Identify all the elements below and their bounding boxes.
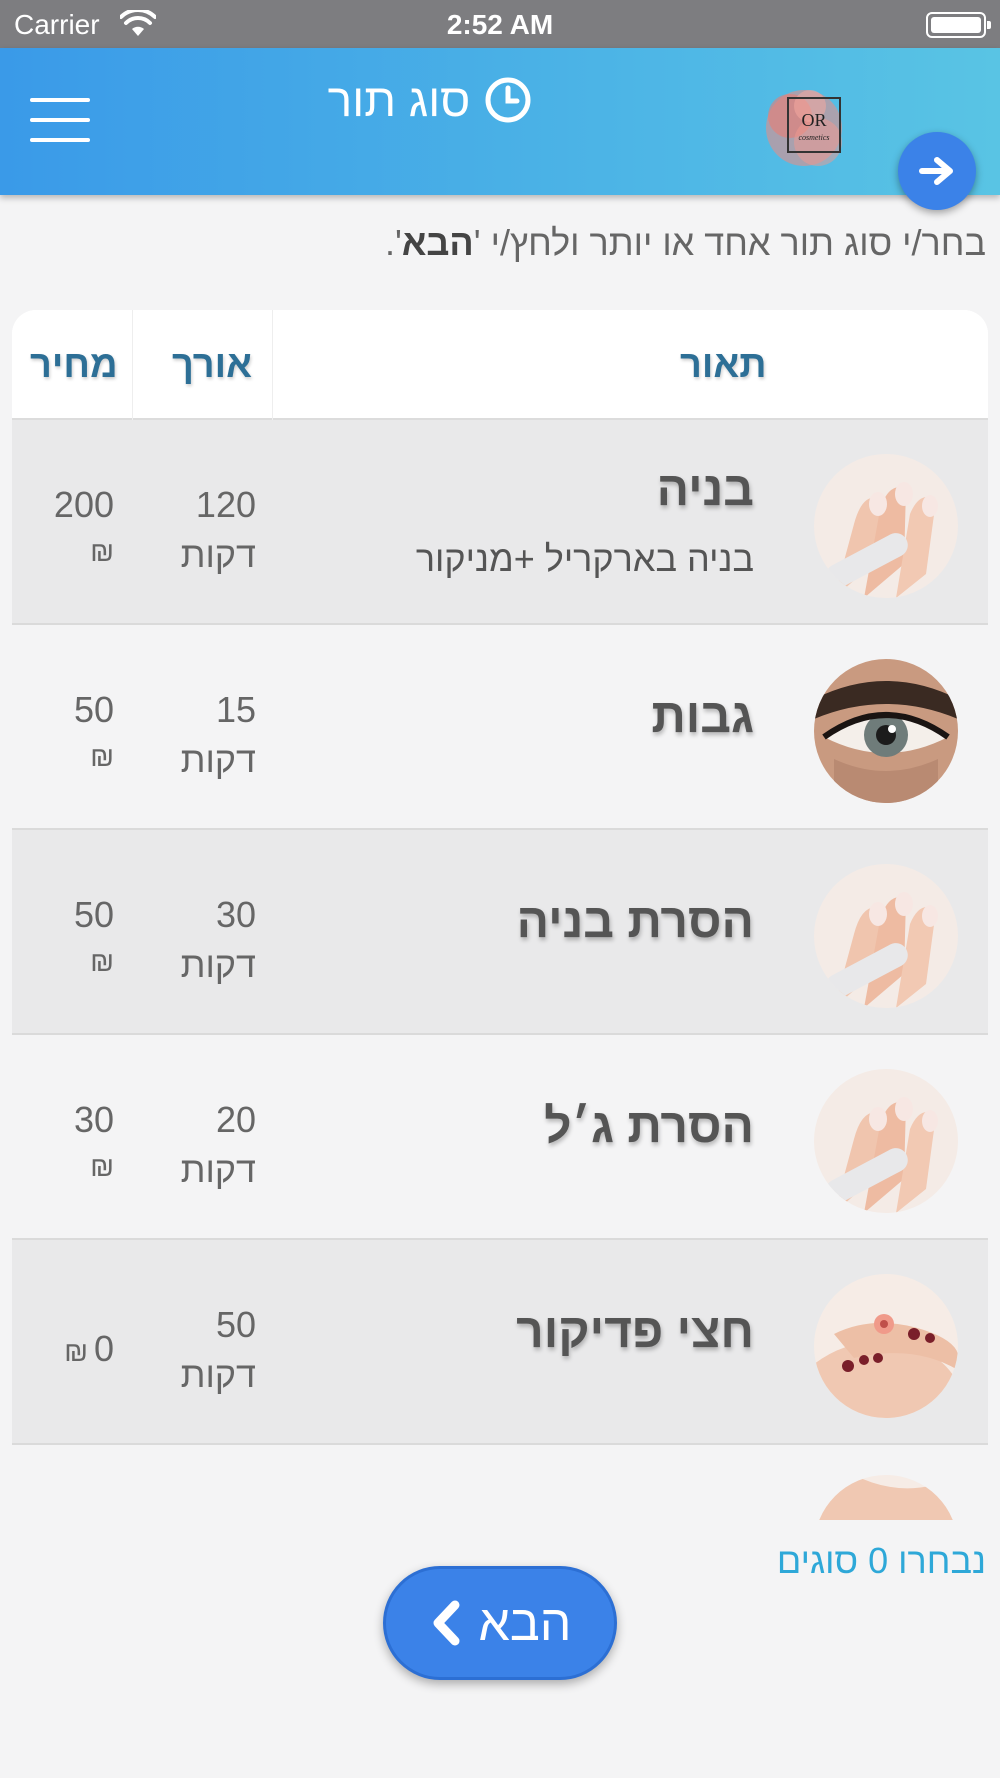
table-row[interactable]	[12, 1445, 988, 1520]
service-name: בניה	[656, 463, 754, 516]
shekel-icon: ₪	[90, 741, 114, 772]
feet-pedicure-image	[814, 1475, 958, 1520]
table-row[interactable]: גבות 15 דקות 50 ₪	[12, 625, 988, 830]
service-price-value: 200	[53, 484, 114, 525]
arrow-right-icon	[919, 157, 953, 185]
service-length-value: 30	[215, 894, 256, 935]
service-price-value: 50	[73, 894, 114, 935]
hamburger-menu-button[interactable]	[30, 98, 90, 144]
table-row[interactable]: הסרת ג׳ל 20 דקות 30 ₪	[12, 1035, 988, 1240]
service-length-value: 120	[195, 484, 256, 525]
column-header-description: תאור	[680, 344, 767, 386]
next-button[interactable]: הבא	[383, 1566, 617, 1680]
instructions-prefix: בחר/י סוג תור אחד או יותר ולחץ/י '	[473, 222, 986, 263]
menu-line-icon	[30, 118, 90, 122]
service-length-value: 20	[215, 1099, 256, 1140]
app-header: סוג תור OR cosmetics	[0, 48, 1000, 210]
service-length-unit: דקות	[180, 1354, 256, 1395]
column-divider	[132, 310, 133, 420]
next-button-label: הבא	[478, 1595, 572, 1651]
table-body: בניה בניה בארקריל +מניקור 120 דקות 200 ₪…	[12, 420, 988, 1520]
service-length-value: 15	[215, 689, 256, 730]
instructions-text: בחר/י סוג תור אחד או יותר ולחץ/י 'הבא'.	[385, 222, 986, 264]
service-length-unit: דקות	[180, 739, 256, 780]
service-name: גבות	[651, 690, 754, 743]
services-table: מחיר אורך תאור בניה בניה בארקריל +מניקור…	[12, 310, 988, 1520]
eye-image	[814, 659, 958, 803]
service-name: הסרת בניה	[516, 895, 754, 948]
status-bar: Carrier 2:52 AM	[0, 0, 1000, 48]
status-time: 2:52 AM	[446, 9, 554, 40]
shekel-icon: ₪	[90, 1151, 114, 1182]
page-title: סוג תור	[327, 74, 471, 126]
svg-text:OR: OR	[801, 110, 826, 130]
table-header: מחיר אורך תאור	[12, 310, 988, 420]
or-cosmetics-logo: OR cosmetics	[766, 90, 842, 166]
service-price-value: 30	[73, 1099, 114, 1140]
service-length-unit: דקות	[180, 944, 256, 985]
selected-count-label: נבחרו 0 סוגים	[776, 1540, 986, 1581]
service-length-unit: דקות	[180, 1149, 256, 1190]
service-subtitle: בניה בארקריל +מניקור	[415, 538, 754, 579]
service-name: חצי פדיקור	[516, 1305, 754, 1358]
column-divider	[272, 310, 273, 420]
table-row[interactable]: חצי פדיקור 50 דקות ₪ 0	[12, 1240, 988, 1445]
hand-nails-image	[814, 864, 958, 1008]
menu-line-icon	[30, 138, 90, 142]
service-length-value: 50	[215, 1304, 256, 1345]
shekel-icon: ₪	[90, 946, 114, 977]
shekel-icon: ₪	[90, 536, 114, 567]
battery-icon	[926, 12, 991, 38]
header-title-group: סוג תור	[300, 70, 560, 130]
service-price-value: 50	[73, 689, 114, 730]
clock-icon	[485, 77, 531, 123]
service-length-unit: דקות	[180, 534, 256, 575]
service-price-value: ₪ 0	[22, 1328, 114, 1370]
service-price-number: 0	[93, 1328, 114, 1369]
feet-pedicure-image	[814, 1274, 958, 1418]
table-row[interactable]: בניה בניה בארקריל +מניקור 120 דקות 200 ₪	[12, 420, 988, 625]
hand-nails-image	[814, 1069, 958, 1213]
hand-nails-image	[814, 454, 958, 598]
svg-text:cosmetics: cosmetics	[798, 133, 829, 142]
instructions-suffix: '.	[384, 222, 402, 263]
forward-arrow-button[interactable]	[898, 132, 976, 210]
table-row[interactable]: הסרת בניה 30 דקות 50 ₪	[12, 830, 988, 1035]
chevron-left-icon	[433, 1600, 459, 1646]
instructions-bold: הבא	[401, 222, 474, 263]
column-header-length: אורך	[172, 344, 253, 386]
shekel-icon: ₪	[64, 1336, 88, 1367]
menu-line-icon	[30, 98, 90, 102]
service-name: הסרת ג׳ל	[544, 1100, 754, 1153]
column-header-price: מחיר	[30, 344, 118, 386]
